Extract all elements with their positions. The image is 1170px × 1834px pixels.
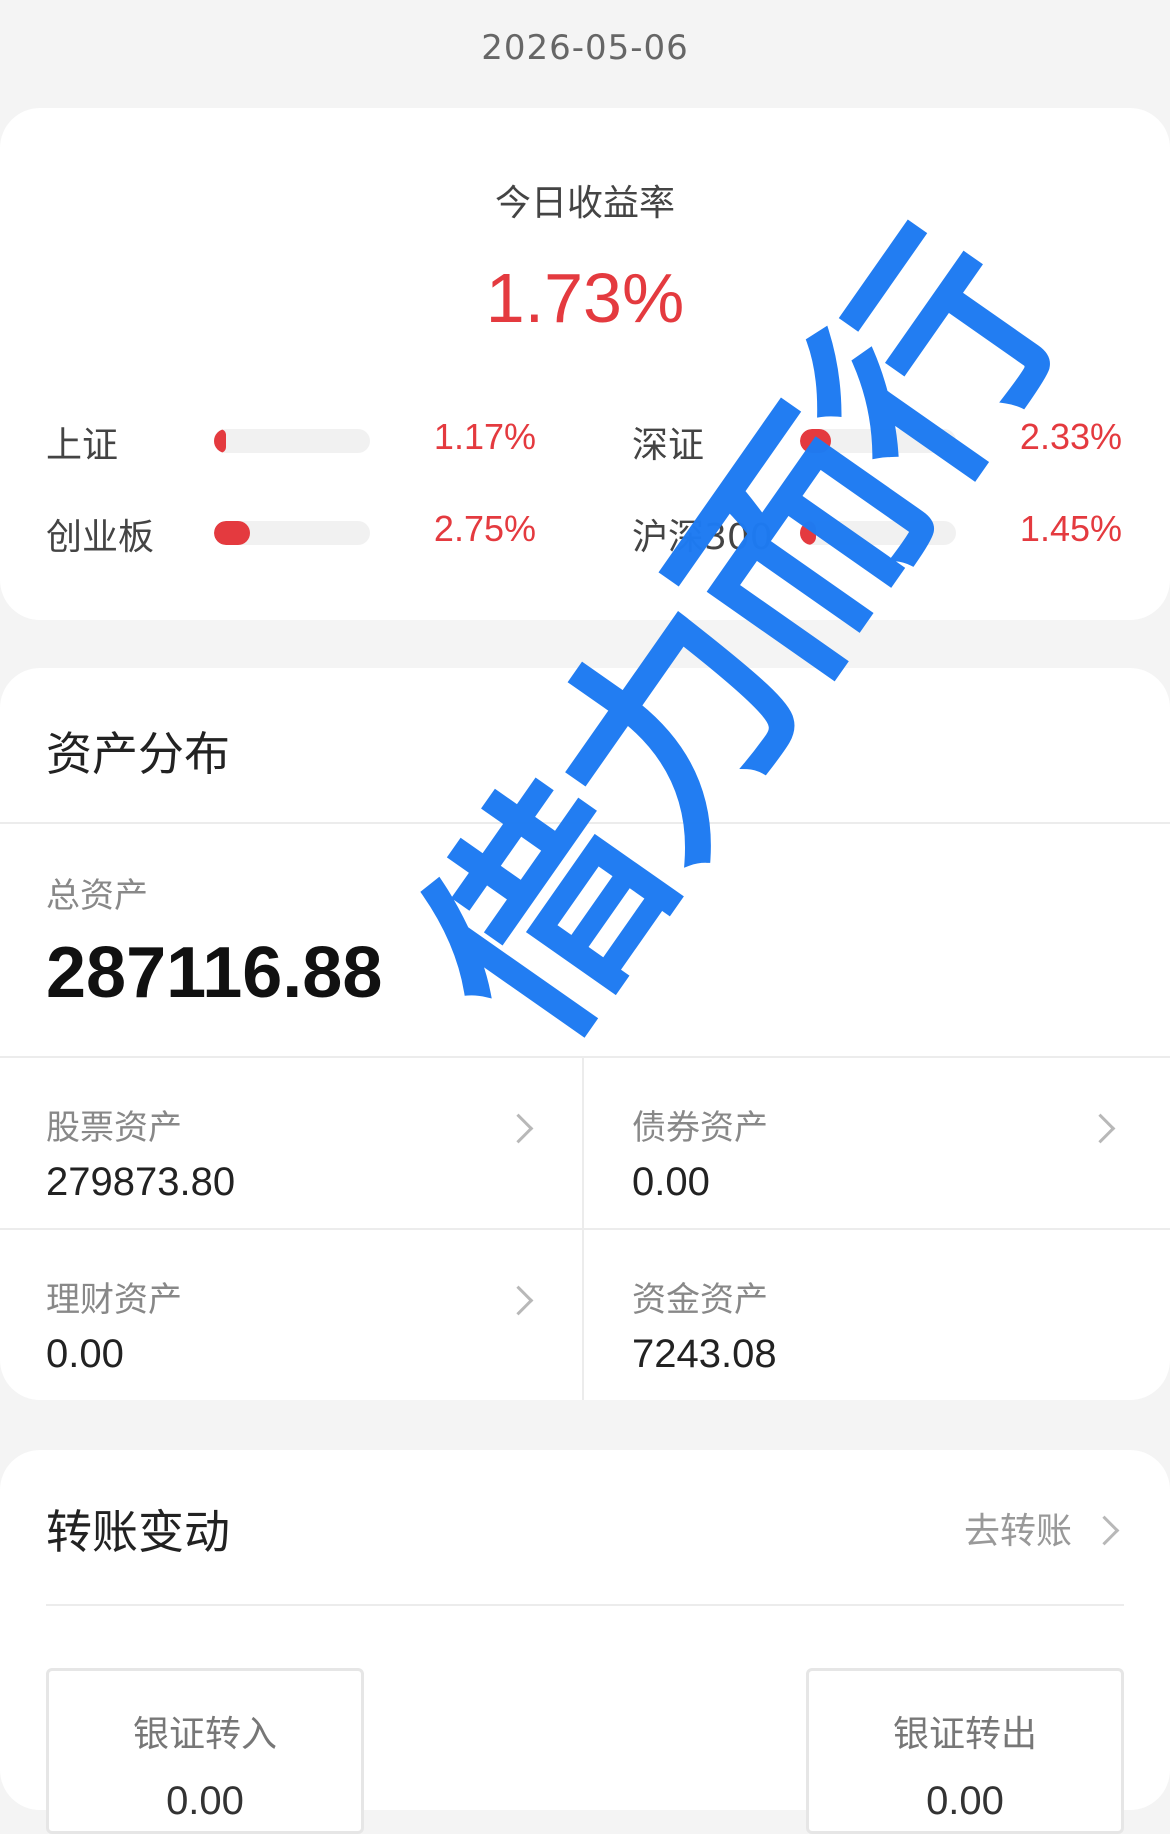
index-row-chinext: 创业板 2.75% [46, 508, 536, 558]
bank-out-button[interactable]: 银证转出 0.00 [806, 1668, 1124, 1834]
today-return-value: 1.73% [485, 259, 685, 337]
bank-in-label: 银证转入 [132, 1714, 277, 1755]
bank-in-button[interactable]: 银证转入 0.00 [46, 1668, 364, 1834]
index-name: 沪深300 [632, 517, 773, 558]
transfer-card: 转账变动 去转账 银证转入 0.00 银证转出 0.00 [0, 1450, 1170, 1834]
transfer-section-title: 转账变动 [46, 1505, 230, 1559]
go-transfer-label: 去转账 [964, 1511, 1073, 1552]
today-return-label: 今日收益率 [494, 183, 675, 224]
index-bar-track [800, 521, 956, 545]
go-transfer-link[interactable]: 去转账 [960, 1500, 1130, 1560]
today-return-card: 今日收益率 1.73% 上证 1.17% 深证 2.33% 创业板 2.75% … [0, 108, 1170, 620]
index-bar-track [214, 429, 370, 453]
index-row-shanghai: 上证 1.17% [46, 416, 536, 466]
total-assets-label: 总资产 [46, 876, 148, 916]
asset-cell-label: 债券资产 [632, 1108, 768, 1148]
divider [0, 822, 1170, 824]
chevron-right-icon [1085, 1113, 1116, 1144]
asset-cell-value: 0.00 [46, 1332, 124, 1376]
index-row-shenzhen: 深证 2.33% [632, 416, 1122, 466]
asset-cell-label: 股票资产 [46, 1108, 182, 1148]
chevron-right-icon [1089, 1515, 1120, 1546]
index-row-hs300: 沪深300 1.45% [632, 508, 1122, 558]
asset-cell-label: 资金资产 [632, 1280, 768, 1320]
index-bar-fill [800, 429, 832, 453]
asset-cell-cash: 资金资产 7243.08 [584, 1230, 1170, 1400]
bank-out-label: 银证转出 [892, 1714, 1037, 1755]
index-bar-track [214, 521, 370, 545]
total-assets-value: 287116.88 [46, 933, 383, 1013]
divider [46, 1604, 1124, 1606]
bank-in-value: 0.00 [166, 1779, 244, 1823]
asset-section-title: 资产分布 [46, 727, 230, 781]
asset-cell-bond[interactable]: 债券资产 0.00 [584, 1058, 1170, 1228]
index-pct: 1.45% [1019, 508, 1122, 549]
asset-cell-wealth[interactable]: 理财资产 0.00 [0, 1230, 582, 1400]
index-bar-track [800, 429, 956, 453]
asset-cell-value: 279873.80 [46, 1160, 236, 1204]
bank-out-value: 0.00 [926, 1779, 1004, 1823]
index-bar-fill [800, 521, 816, 545]
asset-cell-stock[interactable]: 股票资产 279873.80 [0, 1058, 582, 1228]
index-name: 上证 [46, 425, 119, 466]
index-pct: 1.17% [433, 416, 536, 457]
asset-cell-value: 7243.08 [632, 1332, 777, 1376]
chevron-right-icon [503, 1285, 534, 1316]
asset-cell-value: 0.00 [632, 1160, 710, 1204]
index-name: 深证 [632, 425, 705, 466]
index-pct: 2.33% [1019, 416, 1122, 457]
index-bar-fill [214, 521, 250, 545]
chevron-right-icon [503, 1113, 534, 1144]
index-pct: 2.75% [433, 508, 536, 549]
asset-cell-label: 理财资产 [46, 1280, 182, 1320]
asset-distribution-card: 资产分布 总资产 287116.88 股票资产 279873.80 债券资产 0… [0, 668, 1170, 1400]
index-bar-fill [214, 429, 227, 453]
date-header: 2026-05-06 [481, 28, 689, 68]
index-name: 创业板 [46, 517, 155, 558]
